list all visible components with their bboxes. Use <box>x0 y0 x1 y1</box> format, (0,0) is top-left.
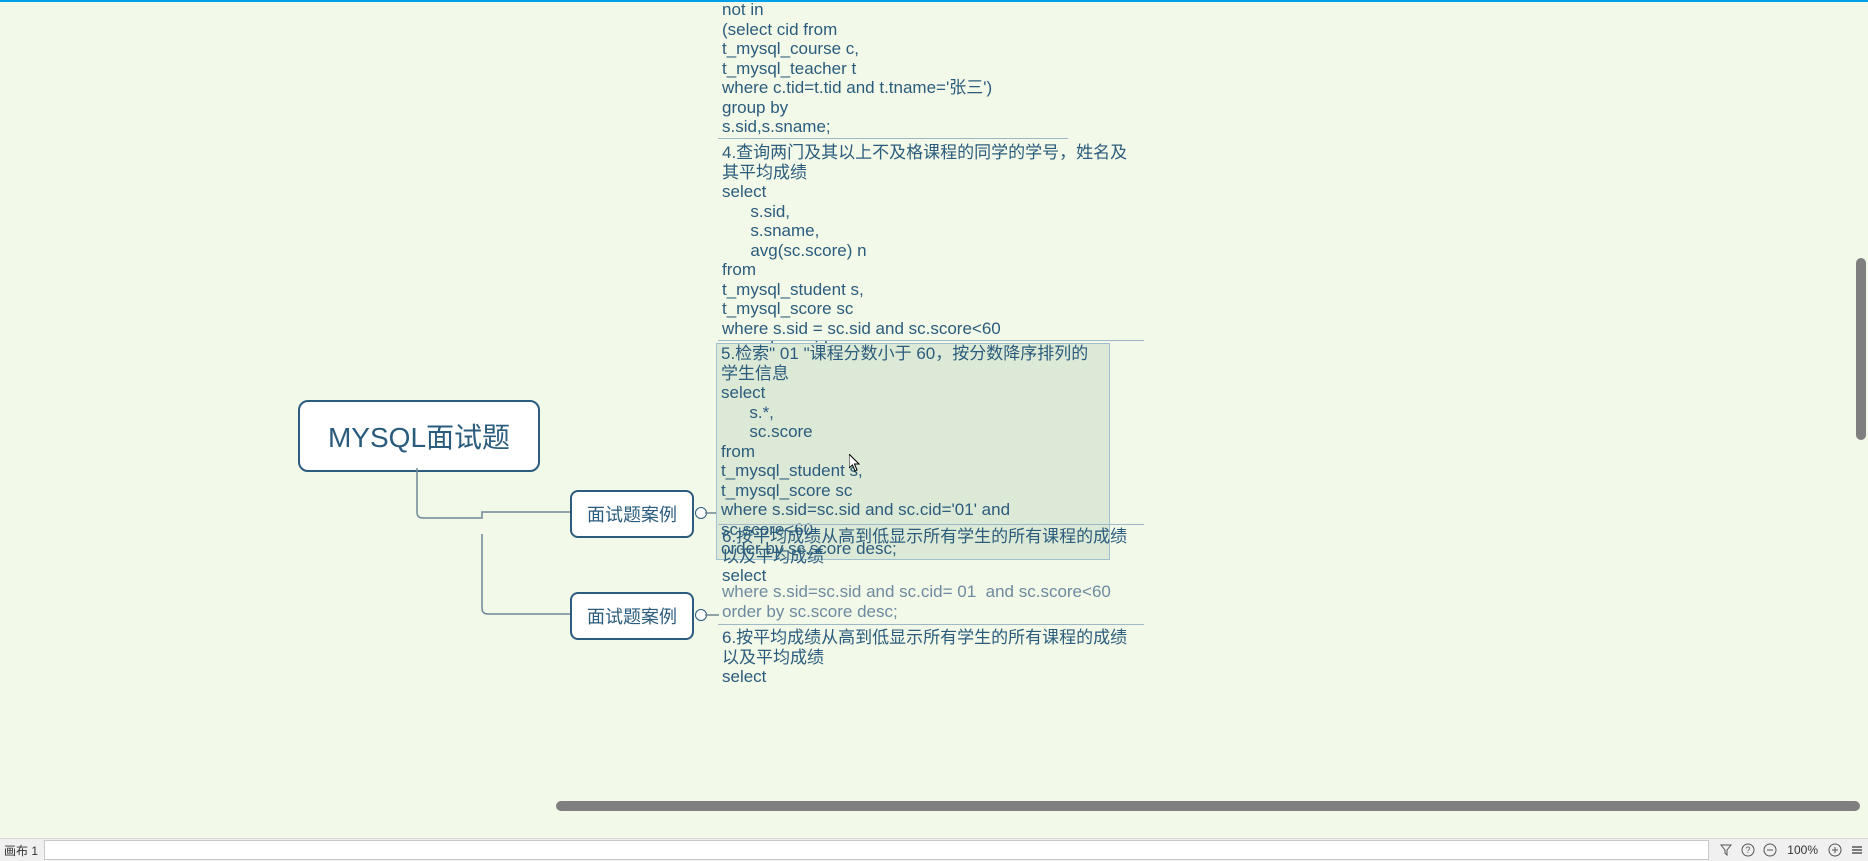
help-icon[interactable]: ? <box>1739 841 1757 859</box>
search-input[interactable] <box>44 840 1709 860</box>
root-title: MYSQL面试题 <box>328 416 510 456</box>
mouse-cursor <box>849 454 861 472</box>
zoom-out-icon[interactable] <box>1761 841 1779 859</box>
note-divider <box>718 138 1068 139</box>
root-node[interactable]: MYSQL面试题 <box>298 400 540 472</box>
note-item-6-dup[interactable]: 6.按平均成绩从高到低显示所有学生的所有课程的成绩以及平均成绩 select <box>718 628 1146 687</box>
zoom-in-icon[interactable] <box>1826 841 1844 859</box>
note-item-4[interactable]: 4.查询两门及其以上不及格课程的同学的学号，姓名及其平均成绩 select s.… <box>718 143 1146 358</box>
menu-icon[interactable] <box>1848 841 1866 859</box>
note-divider <box>718 624 1144 625</box>
subnode-label: 面试题案例 <box>587 501 677 527</box>
mindmap-canvas[interactable]: MYSQL面试题 面试题案例 面试题案例 not in (select cid … <box>0 0 1868 837</box>
subnode-label: 面试题案例 <box>587 603 677 629</box>
vertical-scrollbar[interactable] <box>1856 258 1866 440</box>
horizontal-scrollbar[interactable] <box>556 801 1860 811</box>
status-bar: 画布 1 ? 100% <box>0 838 1868 861</box>
note-item-3-tail[interactable]: not in (select cid from t_mysql_course c… <box>718 0 1086 137</box>
connector <box>481 534 577 624</box>
expand-handle[interactable] <box>695 609 707 621</box>
note-divider <box>718 340 1144 341</box>
note-divider <box>718 524 1144 525</box>
zoom-level[interactable]: 100% <box>1781 843 1824 857</box>
connector <box>416 468 576 538</box>
expand-handle[interactable] <box>695 507 707 519</box>
subnode-cases-2[interactable]: 面试题案例 <box>570 592 694 640</box>
note-item-6[interactable]: 6.按平均成绩从高到低显示所有学生的所有课程的成绩以及平均成绩 select <box>718 527 1146 586</box>
filter-icon[interactable] <box>1717 841 1735 859</box>
subnode-cases-1[interactable]: 面试题案例 <box>570 490 694 538</box>
svg-text:?: ? <box>1746 845 1751 855</box>
sheet-tab[interactable]: 画布 1 <box>0 842 38 859</box>
note-item-5-dup-tail[interactable]: where s.sid=sc.sid and sc.cid= 01 and sc… <box>718 582 1146 621</box>
connector <box>705 614 719 616</box>
